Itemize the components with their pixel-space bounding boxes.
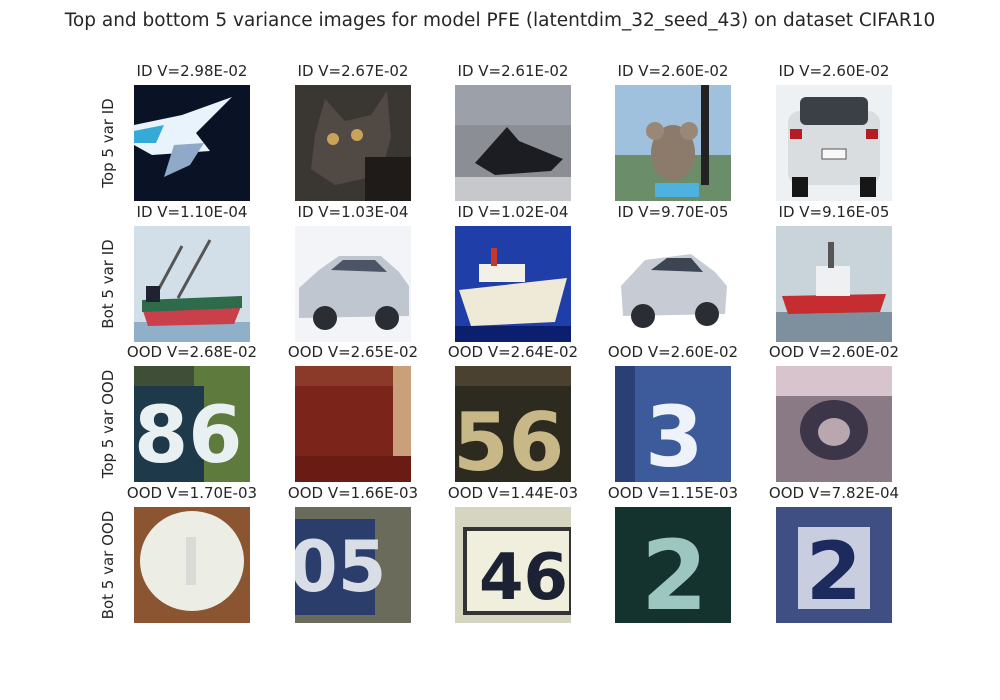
house-number-46-image: 46 (455, 507, 571, 623)
cell-title: OOD V=1.66E-03 (287, 484, 419, 502)
red-boat-image (776, 226, 892, 342)
sample-image: 56 (455, 366, 571, 482)
sample-image (295, 85, 411, 201)
sample-image: 46 (455, 507, 571, 623)
white-circle-blur-image (134, 507, 250, 623)
cell-title: OOD V=2.68E-02 (126, 343, 258, 361)
svg-text:3: 3 (645, 388, 703, 482)
cat-face-dark-image (295, 85, 411, 201)
sample-image: 3 (615, 366, 731, 482)
house-number-3-image: 3 (615, 366, 731, 482)
sample-image (455, 226, 571, 342)
svg-text:56: 56 (455, 396, 564, 482)
sample-image: 2 (776, 507, 892, 623)
brown-red-blur-image (295, 366, 411, 482)
cell-title: ID V=1.10E-04 (136, 203, 248, 221)
cell-title: OOD V=2.60E-02 (607, 343, 739, 361)
sample-image (134, 507, 250, 623)
cell-title: OOD V=2.60E-02 (768, 343, 900, 361)
house-number-05-image: 05 (295, 507, 411, 623)
sample-image (295, 366, 411, 482)
sample-image (776, 226, 892, 342)
cell-title: OOD V=1.70E-03 (126, 484, 258, 502)
cell-title: OOD V=2.64E-02 (447, 343, 579, 361)
svg-text:2: 2 (806, 525, 862, 618)
cell-title: ID V=2.98E-02 (136, 62, 248, 80)
silver-car-white-image (615, 226, 731, 342)
cell-title: ID V=1.03E-04 (297, 203, 409, 221)
jet-fighter-gray-image (455, 85, 571, 201)
cell-title: OOD V=2.65E-02 (287, 343, 419, 361)
house-number-56-image: 56 (455, 366, 571, 482)
koala-outdoor-image (615, 85, 731, 201)
house-number-2-teal-image: 2 (615, 507, 731, 623)
white-ship-blue-image (455, 226, 571, 342)
blurry-digit-pink-image (776, 366, 892, 482)
sample-image (776, 85, 892, 201)
svg-text:2: 2 (641, 520, 708, 623)
airplane-silhouette-dark-image (134, 85, 250, 201)
cell-title: ID V=1.02E-04 (457, 203, 569, 221)
sample-image (776, 366, 892, 482)
cell-title: OOD V=1.15E-03 (607, 484, 739, 502)
silver-sedan-image (295, 226, 411, 342)
row-label: Bot 5 var ID (99, 239, 117, 329)
sample-image (615, 226, 731, 342)
house-number-86-image: 86 (134, 366, 250, 482)
svg-text:05: 05 (295, 526, 386, 608)
cell-title: ID V=9.70E-05 (617, 203, 729, 221)
row-label: Top 5 var ID (99, 98, 117, 188)
cargo-ship-green-red-image (134, 226, 250, 342)
cell-title: OOD V=7.82E-04 (768, 484, 900, 502)
white-car-rear-image (776, 85, 892, 201)
sample-image (615, 85, 731, 201)
cell-title: OOD V=1.44E-03 (447, 484, 579, 502)
cell-title: ID V=2.61E-02 (457, 62, 569, 80)
sample-image (295, 226, 411, 342)
row-label: Top 5 var OOD (99, 369, 117, 479)
sample-image (134, 85, 250, 201)
house-number-2-blue-image: 2 (776, 507, 892, 623)
sample-image (455, 85, 571, 201)
svg-text:86: 86 (134, 391, 243, 481)
sample-image: 05 (295, 507, 411, 623)
cell-title: ID V=9.16E-05 (778, 203, 890, 221)
sample-image (134, 226, 250, 342)
cell-title: ID V=2.60E-02 (617, 62, 729, 80)
sample-image: 2 (615, 507, 731, 623)
row-label: Bot 5 var OOD (99, 510, 117, 620)
cell-title: ID V=2.60E-02 (778, 62, 890, 80)
svg-text:46: 46 (479, 541, 568, 615)
sample-image: 86 (134, 366, 250, 482)
chart-title: Top and bottom 5 variance images for mod… (64, 10, 936, 31)
cell-title: ID V=2.67E-02 (297, 62, 409, 80)
